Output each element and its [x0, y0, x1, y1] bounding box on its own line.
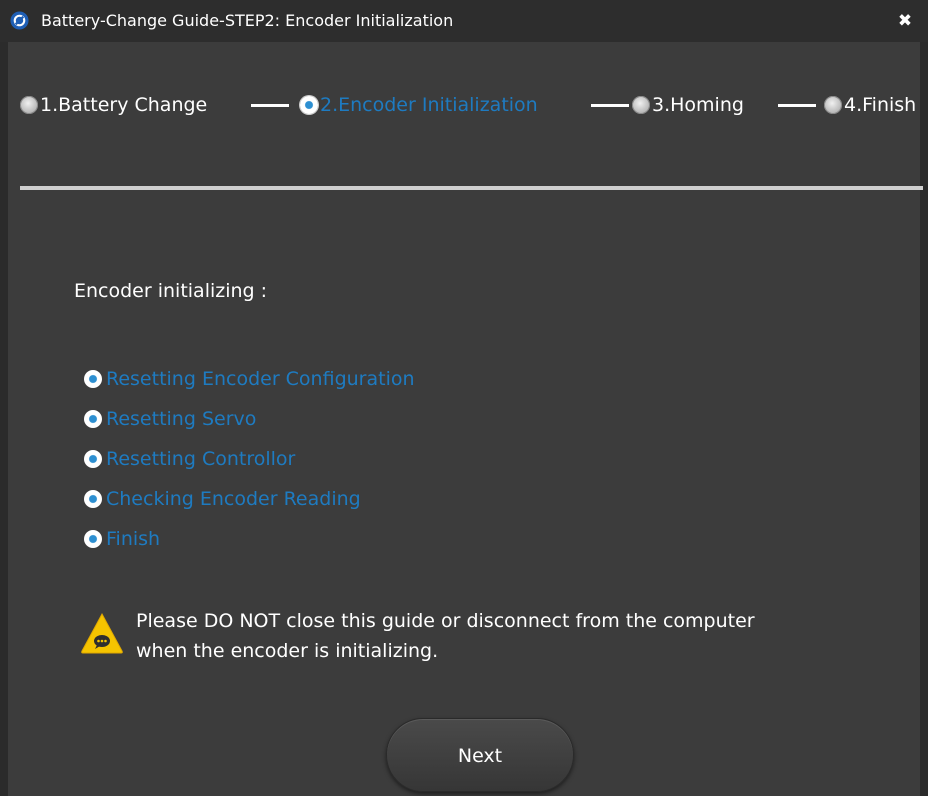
warning-triangle-icon: [81, 612, 123, 654]
step-label: 3.Homing: [652, 94, 744, 116]
task-label: Resetting Controllor: [106, 448, 296, 470]
task-label: Resetting Servo: [106, 408, 257, 430]
step-label: 2.Encoder Initialization: [320, 94, 538, 116]
title-bar: Battery-Change Guide-STEP2: Encoder Init…: [0, 0, 928, 42]
step-connector: [778, 104, 816, 107]
step-radio-active-icon: [300, 96, 318, 114]
task-radio-icon: [84, 530, 102, 548]
step-connector: [591, 104, 629, 107]
section-heading: Encoder initializing :: [74, 280, 268, 302]
task-radio-icon: [84, 370, 102, 388]
divider: [20, 186, 923, 190]
task-radio-icon: [84, 410, 102, 428]
step-radio-icon: [824, 96, 842, 114]
step-label: 4.Finish: [844, 94, 917, 116]
next-button[interactable]: Next: [386, 718, 574, 792]
close-icon: ✖: [897, 11, 913, 31]
guide-window: Battery-Change Guide-STEP2: Encoder Init…: [0, 0, 928, 796]
task-label: Finish: [106, 528, 161, 550]
step-connector: [251, 104, 289, 107]
app-logo-icon: [10, 11, 29, 30]
close-button[interactable]: ✖: [894, 10, 916, 32]
step-label: 1.Battery Change: [40, 94, 208, 116]
warning-line: Please DO NOT close this guide or discon…: [136, 610, 755, 632]
warning-line: when the encoder is initializing.: [136, 640, 439, 662]
step-radio-icon: [632, 96, 650, 114]
step-radio-icon: [20, 96, 38, 114]
task-radio-icon: [84, 450, 102, 468]
task-label: Resetting Encoder Configuration: [106, 368, 415, 390]
task-radio-icon: [84, 490, 102, 508]
warning-text: Please DO NOT close this guide or discon…: [136, 606, 896, 666]
window-title: Battery-Change Guide-STEP2: Encoder Init…: [41, 11, 454, 30]
task-label: Checking Encoder Reading: [106, 488, 361, 510]
